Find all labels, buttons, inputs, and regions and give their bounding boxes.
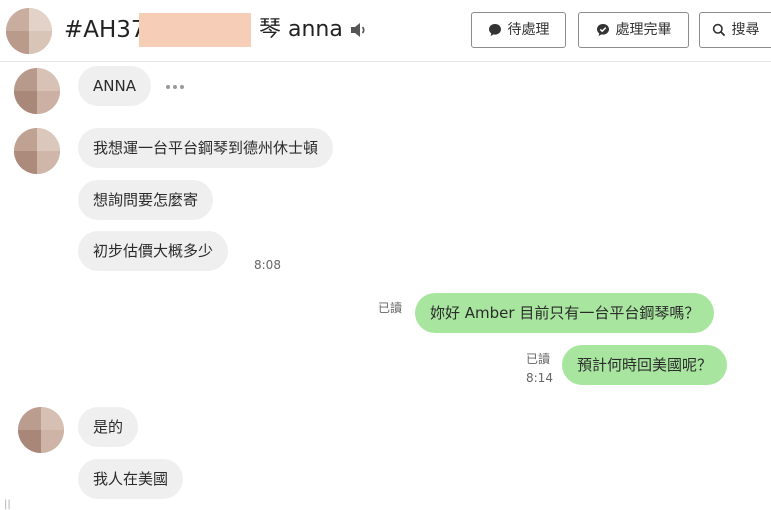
more-options-icon[interactable] [166, 85, 184, 89]
chat-title-suffix: 琴 anna [259, 17, 343, 42]
pending-label: 待處理 [507, 22, 550, 38]
search-icon [712, 23, 725, 37]
done-button[interactable]: 處理完畢 [578, 12, 689, 48]
message-time: 8:08 [254, 258, 281, 272]
chat-title-prefix: #AH37 [64, 17, 146, 43]
contact-avatar[interactable] [6, 8, 52, 54]
message-bubble-outgoing[interactable]: 預計何時回美國呢？ [562, 345, 728, 385]
search-button[interactable]: 搜尋 [699, 12, 771, 48]
check-bubble-icon [596, 24, 609, 36]
message-bubble[interactable]: 初步估價大概多少 [78, 231, 229, 271]
sender-name-tag: ANNA [78, 66, 151, 106]
resize-grip[interactable]: || [4, 500, 11, 510]
speaker-icon[interactable] [350, 22, 368, 38]
chat-header: #AH37 琴 anna 待處理 處理完畢 搜尋 [0, 0, 771, 62]
pending-button[interactable]: 待處理 [471, 12, 566, 48]
sender-avatar[interactable] [18, 407, 64, 453]
redacted-block [139, 13, 251, 47]
message-bubble[interactable]: 我人在美國 [78, 459, 184, 499]
message-bubble[interactable]: 是的 [78, 407, 139, 447]
message-bubble[interactable]: 我想運一台平台鋼琴到德州休士頓 [78, 128, 334, 168]
read-receipt: 已讀 [378, 301, 403, 315]
message-time: 8:14 [526, 371, 553, 385]
message-bubble-outgoing[interactable]: 妳好 Amber 目前只有一台平台鋼琴嗎？ [415, 293, 715, 333]
search-label: 搜尋 [731, 22, 760, 38]
sender-avatar[interactable] [14, 128, 60, 174]
sender-avatar[interactable] [14, 68, 60, 114]
chat-bubble-icon [488, 24, 501, 36]
message-bubble[interactable]: 想詢問要怎麼寄 [78, 180, 214, 220]
read-receipt: 已讀 [526, 352, 551, 366]
done-label: 處理完畢 [615, 22, 672, 38]
